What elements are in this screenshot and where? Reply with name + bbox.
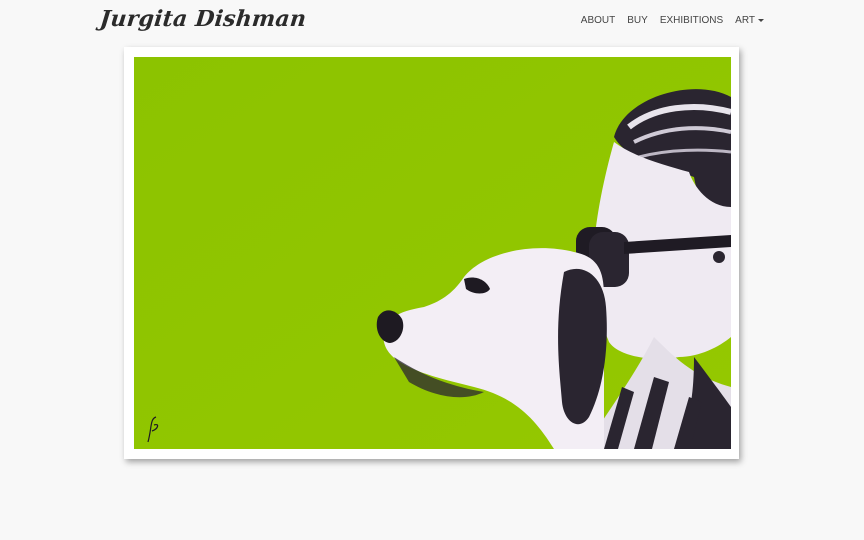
nav-item-about[interactable]: ABOUT — [581, 15, 615, 27]
main-nav: ABOUT BUY EXHIBITIONS ART — [581, 15, 764, 27]
artwork-frame — [124, 47, 739, 459]
nav-item-buy[interactable]: BUY — [627, 15, 648, 27]
navbar: Jurgita Dishman ABOUT BUY EXHIBITIONS AR… — [0, 0, 864, 44]
nav-item-exhibitions[interactable]: EXHIBITIONS — [660, 15, 723, 27]
nav-item-art[interactable]: ART — [735, 15, 764, 27]
site-logo[interactable]: Jurgita Dishman — [99, 6, 308, 32]
nav-item-art-label: ART — [735, 15, 755, 26]
artwork-image[interactable] — [134, 57, 731, 449]
caret-down-icon — [758, 18, 764, 22]
painting-illustration — [134, 57, 731, 449]
